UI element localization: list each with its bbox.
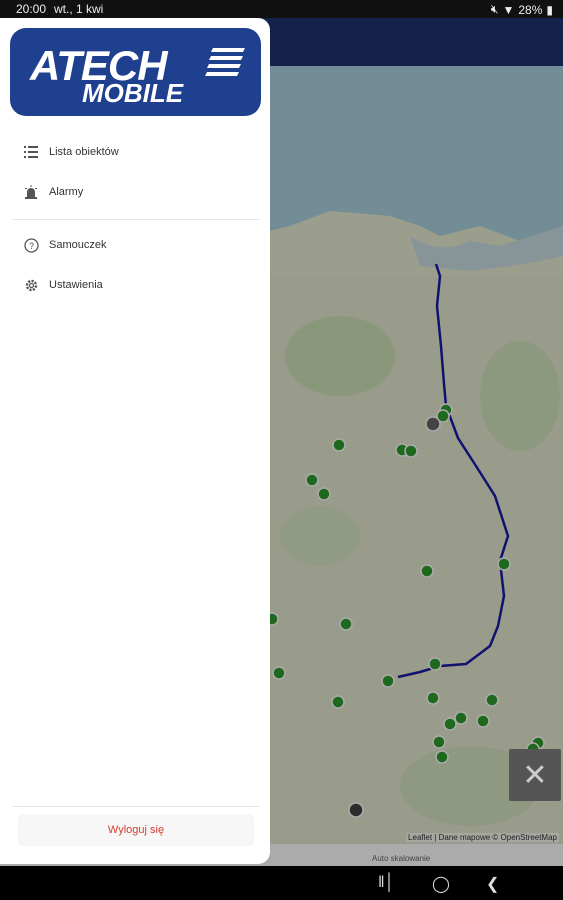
status-bar: 20:00 wt., 1 kwi 🔇︎ ▼ 28% ▮: [0, 0, 563, 18]
svg-text:?: ?: [28, 241, 33, 251]
system-navigation-bar: ‖│ ◯ ❮: [0, 866, 563, 900]
logout-button[interactable]: Wyloguj się: [18, 814, 254, 846]
gear-icon: [23, 277, 39, 293]
menu-item-tutorial[interactable]: ? Samouczek: [0, 227, 270, 263]
close-icon: ✕: [522, 758, 548, 792]
status-icons: 🔇︎ ▼ 28% ▮: [491, 2, 553, 17]
logout-divider: [12, 806, 260, 807]
menu-divider: [12, 219, 260, 220]
logo-stripes: [205, 48, 245, 76]
mute-icon: 🔇︎: [490, 2, 499, 16]
navigation-drawer: ATECH MOBILE Lista obiektów Alarmy ? Sam…: [0, 18, 270, 864]
menu-item-label: Ustawienia: [49, 279, 103, 291]
wifi-icon: ▼: [502, 2, 515, 17]
home-icon[interactable]: ◯: [432, 874, 450, 894]
menu-item-label: Alarmy: [49, 186, 84, 198]
menu-item-object-list[interactable]: Lista obiektów: [0, 134, 270, 170]
atech-mobile-logo: ATECH MOBILE: [10, 28, 261, 116]
logo-line2: MOBILE: [82, 78, 184, 108]
battery-percent: 28%: [518, 2, 543, 17]
back-icon[interactable]: ❮: [486, 874, 499, 894]
siren-icon: [23, 184, 39, 200]
menu-item-alarms[interactable]: Alarmy: [0, 174, 270, 210]
recents-icon[interactable]: ‖│: [378, 874, 395, 892]
menu-item-label: Lista obiektów: [49, 146, 119, 158]
status-date: wt., 1 kwi: [54, 2, 104, 16]
close-button[interactable]: ✕: [509, 749, 561, 801]
battery-icon: ▮: [546, 2, 553, 17]
help-icon: ?: [23, 237, 39, 253]
list-icon: [23, 144, 39, 160]
menu-item-settings[interactable]: Ustawienia: [0, 267, 270, 303]
menu-item-label: Samouczek: [49, 239, 107, 251]
status-time: 20:00: [16, 2, 47, 16]
